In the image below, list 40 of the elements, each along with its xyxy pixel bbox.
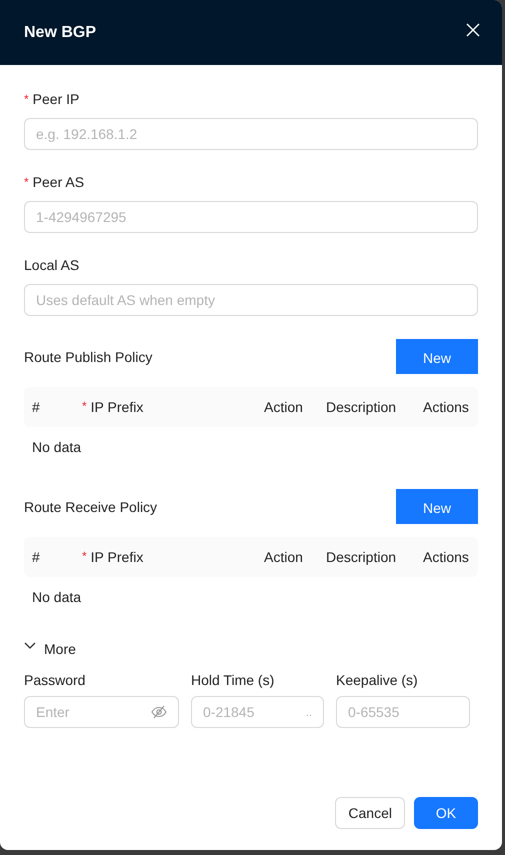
- eye-slash-icon[interactable]: [151, 705, 167, 719]
- required-mark: *: [82, 549, 87, 563]
- column-header: Action: [263, 549, 304, 565]
- column-header: IP Prefix: [90, 549, 144, 565]
- required-mark: *: [82, 399, 87, 413]
- input-field[interactable]: e.g. 192.168.1.2: [24, 118, 478, 150]
- input-field[interactable]: Uses default AS when empty: [24, 284, 478, 316]
- close-button[interactable]: [466, 22, 480, 36]
- input-field[interactable]: 1-4294967295: [24, 201, 478, 233]
- field-label: Peer AS: [32, 173, 84, 191]
- new-button[interactable]: New: [396, 339, 478, 374]
- password-field[interactable]: Enter: [24, 696, 179, 728]
- field-label: Local AS: [24, 256, 80, 274]
- close-icon: [466, 22, 480, 36]
- section-title: Route Receive Policy: [24, 498, 158, 514]
- column-header: Actions: [422, 399, 470, 415]
- column-header: Action: [263, 399, 304, 415]
- field-label: Hold Time (s): [191, 671, 276, 689]
- column-header: #: [31, 549, 41, 565]
- field-label: Keepalive (s): [336, 671, 419, 689]
- cancel-button[interactable]: Cancel: [335, 797, 405, 829]
- required-mark: *: [24, 174, 29, 191]
- input-field[interactable]: 0-65535: [336, 696, 470, 728]
- column-header: Description: [325, 399, 398, 415]
- required-mark: *: [24, 91, 29, 108]
- suffix-text: ..: [306, 707, 312, 719]
- column-header: IP Prefix: [90, 399, 144, 415]
- new-button[interactable]: New: [396, 489, 478, 524]
- chevron-down-icon: [24, 642, 36, 650]
- column-header: Description: [325, 549, 398, 565]
- section-title: Route Publish Policy: [24, 348, 152, 364]
- empty-text: No data: [31, 438, 82, 457]
- more-toggle[interactable]: More: [24, 639, 76, 659]
- empty-text: No data: [31, 588, 82, 607]
- column-header: #: [31, 399, 41, 415]
- field-label: Peer IP: [32, 90, 80, 108]
- ok-button[interactable]: OK: [414, 797, 478, 829]
- field-label: Password: [24, 671, 86, 689]
- dialog-title: New BGP: [24, 24, 96, 42]
- column-header: Actions: [422, 549, 470, 565]
